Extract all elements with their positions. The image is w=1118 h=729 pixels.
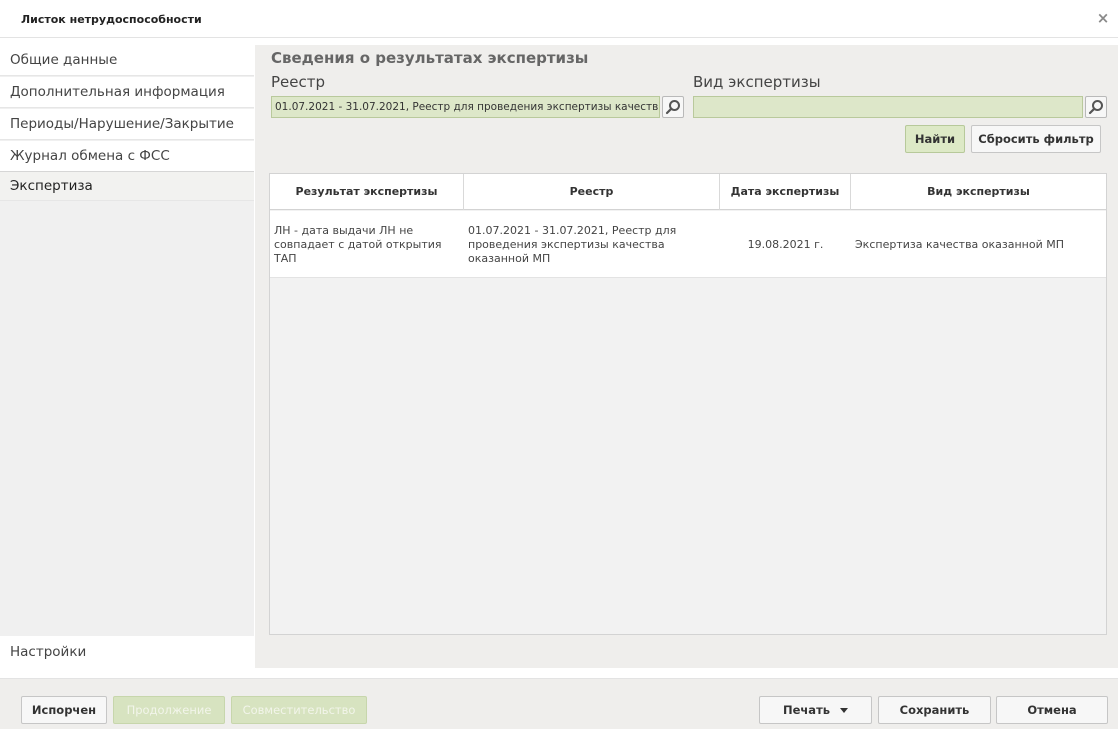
sidebar: Общие данные Дополнительная информация П… bbox=[0, 45, 254, 668]
expertise-type-label: Вид экспертизы bbox=[693, 73, 821, 91]
cell-date: 19.08.2021 г. bbox=[747, 237, 824, 251]
spoiled-button[interactable]: Испорчен bbox=[21, 696, 107, 724]
column-header-date[interactable]: Дата экспертизы bbox=[720, 174, 851, 210]
registry-search-button[interactable] bbox=[662, 96, 684, 118]
cell-registry: 01.07.2021 - 31.07.2021, Реестр для пров… bbox=[468, 223, 677, 265]
search-icon bbox=[665, 100, 680, 115]
find-button[interactable]: Найти bbox=[905, 125, 965, 153]
continuation-button[interactable]: Продолжение bbox=[113, 696, 225, 724]
table-header: Результат экспертизы Реестр Дата эксперт… bbox=[270, 174, 1106, 210]
expertise-type-field[interactable] bbox=[693, 96, 1083, 118]
registry-label: Реестр bbox=[271, 73, 326, 91]
sidebar-item-settings[interactable]: Настройки bbox=[0, 636, 254, 668]
expertise-type-search-button[interactable] bbox=[1085, 96, 1107, 118]
sidebar-item-expertise[interactable]: Экспертиза bbox=[0, 171, 254, 201]
column-header-result[interactable]: Результат экспертизы bbox=[270, 174, 464, 210]
part-time-button[interactable]: Совместительство bbox=[231, 696, 367, 724]
footer-toolbar: Испорчен Продолжение Совместительство Пе… bbox=[0, 678, 1118, 729]
save-button[interactable]: Сохранить bbox=[878, 696, 991, 724]
window-titlebar: Листок нетрудоспособности × bbox=[0, 0, 1118, 38]
sidebar-item-general[interactable]: Общие данные bbox=[0, 45, 254, 76]
expertise-table: Результат экспертизы Реестр Дата эксперт… bbox=[269, 173, 1107, 635]
registry-field[interactable]: 01.07.2021 - 31.07.2021, Реестр для пров… bbox=[271, 96, 660, 118]
cancel-button[interactable]: Отмена bbox=[996, 696, 1108, 724]
table-row[interactable]: ЛН - дата выдачи ЛН не совпадает с датой… bbox=[270, 211, 1106, 278]
print-button[interactable]: Печать bbox=[759, 696, 872, 724]
cell-type: Экспертиза качества оказанной МП bbox=[855, 237, 1065, 251]
reset-filter-button[interactable]: Сбросить фильтр bbox=[971, 125, 1101, 153]
column-header-registry[interactable]: Реестр bbox=[464, 174, 720, 210]
section-title: Сведения о результатах экспертизы bbox=[271, 49, 589, 67]
sidebar-item-fss-journal[interactable]: Журнал обмена с ФСС bbox=[0, 141, 254, 172]
search-icon bbox=[1088, 100, 1103, 115]
main-panel: Сведения о результатах экспертизы Реестр… bbox=[255, 45, 1118, 668]
sidebar-item-additional-info[interactable]: Дополнительная информация bbox=[0, 77, 254, 108]
window-title: Листок нетрудоспособности bbox=[21, 13, 202, 26]
column-header-type[interactable]: Вид экспертизы bbox=[851, 174, 1106, 210]
cell-result: ЛН - дата выдачи ЛН не совпадает с датой… bbox=[274, 223, 442, 265]
close-icon[interactable]: × bbox=[1094, 9, 1112, 27]
print-label: Печать bbox=[782, 703, 831, 717]
sidebar-item-periods[interactable]: Периоды/Нарушение/Закрытие bbox=[0, 109, 254, 140]
caret-down-icon bbox=[840, 708, 849, 713]
